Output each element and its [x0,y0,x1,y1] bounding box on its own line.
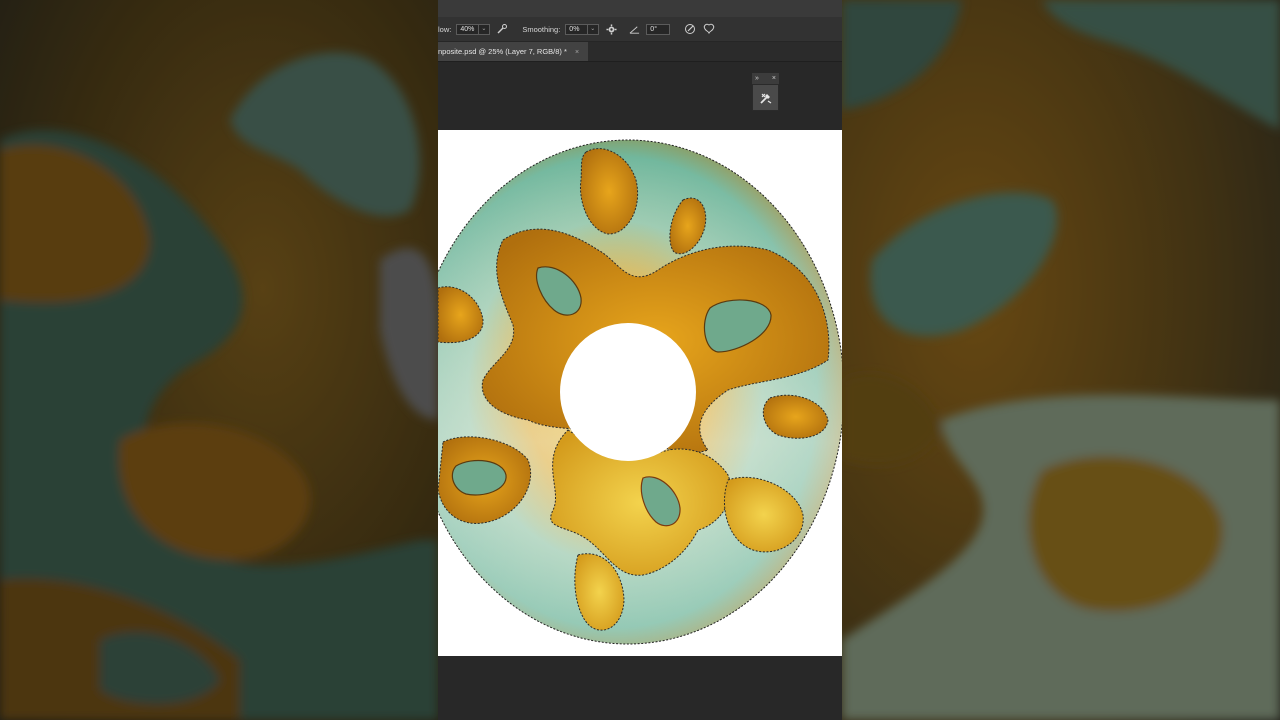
angle-value: 0° [650,25,657,33]
smoothing-value: 0% [569,25,580,33]
document-tab-title: nposite.psd @ 25% (Layer 7, RGB/8) * [438,47,567,56]
symmetry-icon[interactable] [702,22,716,36]
flow-value: 40% [460,25,475,33]
flow-label: low: [438,24,452,34]
chevron-down-icon[interactable]: ⌄ [587,23,595,35]
floating-panel-header: » × [752,73,779,84]
gear-icon[interactable] [604,22,618,36]
pressure-icon[interactable] [683,22,697,36]
expand-icon[interactable]: » [755,75,759,82]
angle-input[interactable]: 0° [646,23,671,35]
photoshop-window: low: 40% ⌄ Smoothing: 0% ⌄ 0° nposite.ps… [438,0,842,720]
background-right-blur [842,0,1280,720]
tool-presets-button[interactable] [752,84,779,111]
options-bar: low: 40% ⌄ Smoothing: 0% ⌄ 0° [438,17,842,42]
background-left-blur [0,0,438,720]
floating-tool-panel: » × [752,73,779,112]
document-tab[interactable]: nposite.psd @ 25% (Layer 7, RGB/8) * × [438,42,588,61]
smoothing-label: Smoothing: [522,24,561,34]
smoothing-input[interactable]: 0% ⌄ [565,23,600,35]
document-tab-bar: nposite.psd @ 25% (Layer 7, RGB/8) * × [438,42,842,62]
iris-artwork [438,139,842,645]
angle-icon [627,22,641,36]
document-canvas[interactable] [438,130,842,656]
flow-input[interactable]: 40% ⌄ [456,23,491,35]
airbrush-icon[interactable] [495,22,509,36]
close-icon[interactable]: × [575,49,579,56]
chevron-down-icon[interactable]: ⌄ [478,23,486,35]
tool-presets-icon [759,93,771,104]
menu-bar [438,0,842,17]
close-icon[interactable]: × [772,75,776,82]
